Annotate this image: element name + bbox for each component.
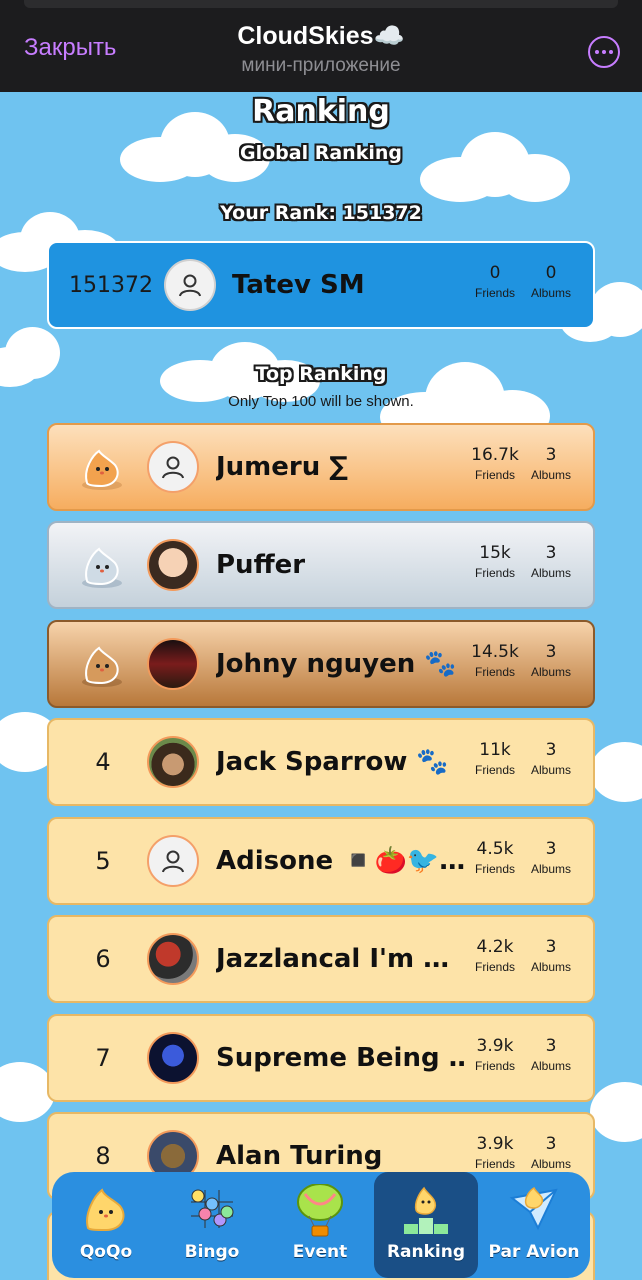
friends-stat: 4.2k Friends xyxy=(474,937,515,974)
user-avatar xyxy=(147,736,199,788)
default-avatar-icon xyxy=(147,835,199,887)
albums-stat: 3 Albums xyxy=(530,1134,571,1171)
nav-item-bingo[interactable]: Bingo xyxy=(160,1172,264,1278)
rank-number: 6 xyxy=(95,945,111,973)
more-icon[interactable] xyxy=(588,36,620,68)
page-subtitle: Global Ranking xyxy=(240,142,402,164)
ranking-row[interactable]: Jumeru ∑ 16.7k Friends 3 Albums xyxy=(47,423,595,511)
albums-stat: 3 Albums xyxy=(530,543,571,580)
user-avatar xyxy=(147,1032,199,1084)
user-avatar xyxy=(147,638,199,690)
nav-item-qoqo[interactable]: QoQo xyxy=(54,1172,158,1278)
page-title: Ranking xyxy=(252,94,390,129)
paper-plane-icon xyxy=(509,1186,558,1231)
user-name: Adisone ◾️🍅🐦… xyxy=(216,846,466,876)
albums-stat: 3 Albums xyxy=(530,839,571,876)
albums-stat: 3 Albums xyxy=(530,445,571,482)
default-avatar-icon xyxy=(147,441,199,493)
silver-medal-icon xyxy=(82,547,122,588)
top-ranking-title: Top Ranking xyxy=(255,363,387,385)
user-avatar xyxy=(147,933,199,985)
cloud-decoration xyxy=(590,1072,642,1152)
friends-stat: 3.9k Friends xyxy=(474,1134,515,1171)
friends-stat: 14.5k Friends xyxy=(471,642,519,679)
bronze-medal-icon xyxy=(82,646,122,687)
user-name: Supreme Being … xyxy=(216,1043,466,1073)
qoqo-icon xyxy=(86,1188,125,1232)
friends-stat: 15k Friends xyxy=(474,543,515,580)
ranking-row[interactable]: 5 Adisone ◾️🍅🐦… 4.5k Friends 3 Albums xyxy=(47,817,595,905)
rank-number: 5 xyxy=(95,847,111,875)
friends-stat: 0 Friends xyxy=(474,263,515,300)
user-name: Puffer xyxy=(216,550,306,580)
mini-app-header: Закрыть CloudSkies☁️ мини-приложение xyxy=(0,0,642,92)
nav-label: Ranking xyxy=(386,1242,466,1262)
ranking-screen: Ranking Global Ranking Your Rank: 151372… xyxy=(0,92,642,1280)
rank-number: 4 xyxy=(95,748,111,776)
ranking-row[interactable]: 6 Jazzlancal I'm … 4.2k Friends 3 Albums xyxy=(47,915,595,1003)
albums-stat: 3 Albums xyxy=(530,1036,571,1073)
nav-label: QoQo xyxy=(79,1242,133,1262)
nav-label: Bingo xyxy=(184,1242,240,1262)
default-avatar-icon xyxy=(164,259,216,311)
friends-stat: 4.5k Friends xyxy=(474,839,515,876)
user-name: Johny nguyen 🐾 xyxy=(216,649,457,679)
user-name: Jack Sparrow 🐾 xyxy=(216,747,449,777)
balloon-icon xyxy=(297,1184,343,1237)
ranking-row[interactable]: 4 Jack Sparrow 🐾 11k Friends 3 Albums xyxy=(47,718,595,806)
albums-stat: 3 Albums xyxy=(530,740,571,777)
friends-stat: 11k Friends xyxy=(474,740,515,777)
albums-stat: 3 Albums xyxy=(530,937,571,974)
albums-stat: 0 Albums xyxy=(530,263,571,300)
app-title: CloudSkies☁️ xyxy=(237,22,405,50)
user-name: Jazzlancal I'm … xyxy=(216,944,450,974)
cloud-decoration xyxy=(590,732,642,812)
albums-stat: 3 Albums xyxy=(530,642,571,679)
bingo-icon xyxy=(191,1189,234,1228)
user-avatar xyxy=(147,539,199,591)
friends-stat: 3.9k Friends xyxy=(474,1036,515,1073)
ranking-row[interactable]: Puffer 15k Friends 3 Albums xyxy=(47,521,595,609)
user-name: Tatev SM xyxy=(232,270,365,300)
nav-label: Par Avion xyxy=(488,1242,580,1262)
nav-item-ranking[interactable]: Ranking xyxy=(374,1172,478,1278)
nav-label: Event xyxy=(292,1242,348,1262)
gold-medal-icon xyxy=(82,449,122,490)
ranking-row[interactable]: 7 Supreme Being … 3.9k Friends 3 Albums xyxy=(47,1014,595,1102)
nav-item-event[interactable]: Event xyxy=(268,1172,372,1278)
top-ranking-note: Only Top 100 will be shown. xyxy=(228,393,414,410)
your-rank-label: Your Rank: 151372 xyxy=(220,202,422,224)
rank-number: 151372 xyxy=(69,272,153,298)
app-subtitle: мини-приложение xyxy=(241,55,401,76)
podium-icon xyxy=(404,1186,448,1234)
ranking-row[interactable]: Johny nguyen 🐾 14.5k Friends 3 Albums xyxy=(47,620,595,708)
rank-number: 7 xyxy=(95,1044,111,1072)
nav-item-par-avion[interactable]: Par Avion xyxy=(482,1172,586,1278)
my-rank-row[interactable]: 151372 Tatev SM 0 Friends 0 Albums xyxy=(47,241,595,329)
sheet-grabber xyxy=(24,0,618,8)
user-name: Jumeru ∑ xyxy=(216,452,348,482)
friends-stat: 16.7k Friends xyxy=(471,445,519,482)
bottom-nav: QoQo Bingo Event Ranking Par Avion xyxy=(52,1172,590,1278)
